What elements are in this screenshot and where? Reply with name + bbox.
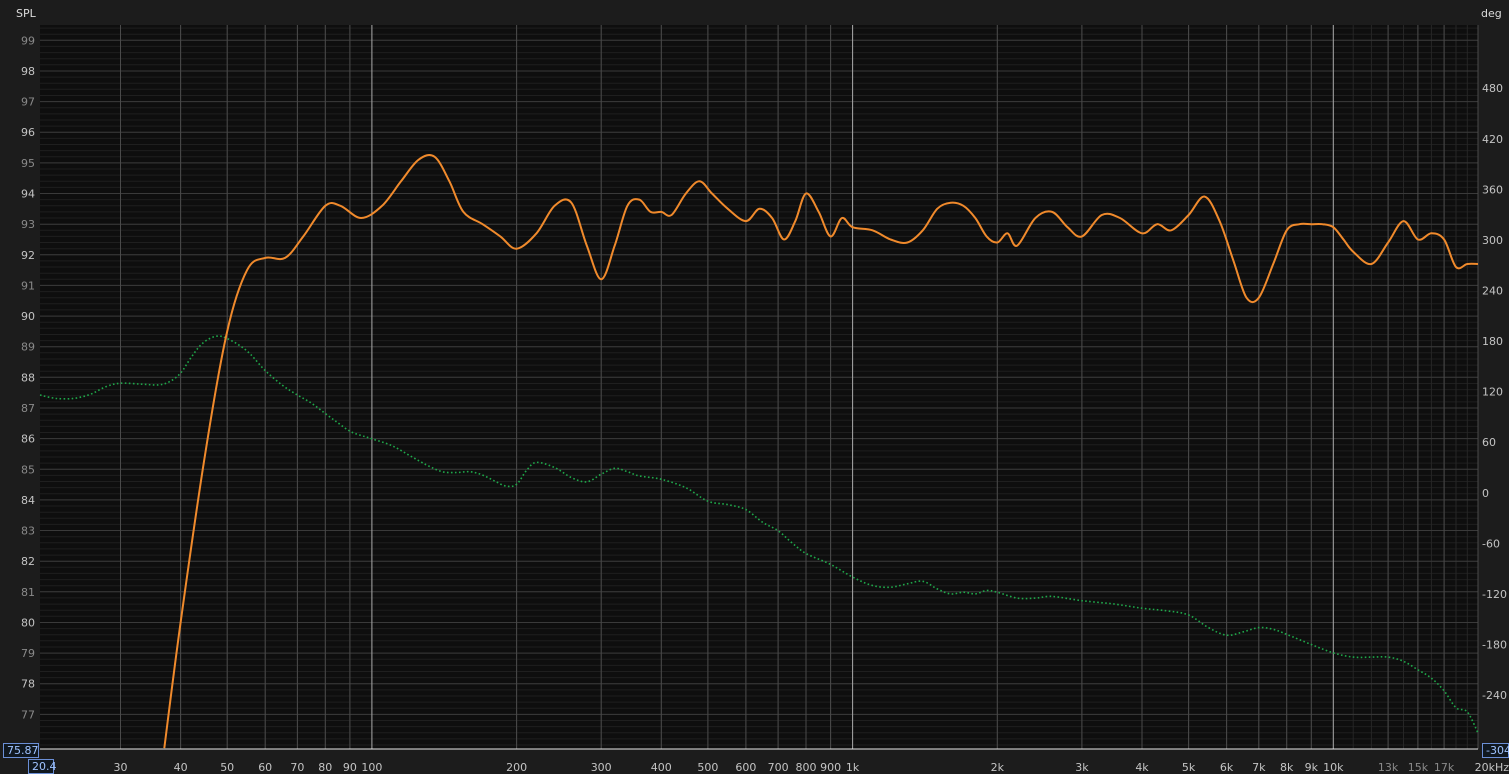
y-tick-label: 84 [21,494,35,507]
y-tick-label: 90 [21,310,35,323]
y-tick-label: 91 [21,279,35,292]
y-tick-label: 96 [21,126,35,139]
y-tick-label: 79 [21,647,35,660]
y2-tick-label: 300 [1482,234,1503,247]
y2-tick-label: 0 [1482,487,1489,500]
y2-tick-label: 180 [1482,335,1503,348]
y-tick-label: 86 [21,433,35,446]
y2-tick-label: -240 [1482,689,1507,702]
y-tick-label: 81 [21,586,35,599]
y2-tick-label: 360 [1482,183,1503,196]
y2-min-readout[interactable]: -304 [1482,743,1509,758]
y-tick-label: 98 [21,65,35,78]
x-tick-label: 500 [697,761,718,774]
y-tick-label: 88 [21,371,35,384]
y2-axis-label: deg [1481,7,1502,20]
x-tick-label: 400 [651,761,672,774]
y-tick-label: 80 [21,617,35,630]
x-tick-label: 5k [1182,761,1196,774]
y2-tick-label: 120 [1482,386,1503,399]
y2-tick-label: 420 [1482,133,1503,146]
x-tick-label: 13k [1378,761,1399,774]
y-tick-label: 95 [21,157,35,170]
x-tick-label: 2k [991,761,1005,774]
x-tick-label: 600 [735,761,756,774]
y-tick-label: 92 [21,249,35,262]
x-tick-label: 700 [768,761,789,774]
x-tick-label: 300 [591,761,612,774]
y2-tick-label: 60 [1482,436,1496,449]
x-axis-ticks: 30 40 50 60 70 80 90 100 200 300 400 500 600 700 800 90… [114,761,1509,774]
x-tick-label: 20kHz [1475,761,1509,774]
y-tick-label: 85 [21,463,35,476]
x-tick-label: 10k [1323,761,1344,774]
y2-tick-label: -60 [1482,537,1500,550]
y2-tick-label: -180 [1482,639,1507,652]
y2-tick-label: 240 [1482,285,1503,298]
y2-tick-label: -120 [1482,588,1507,601]
y-tick-label: 77 [21,708,35,721]
x-start-readout[interactable]: 20.4 [28,759,57,774]
y-axis-label: SPL [16,7,37,20]
x-tick-label: 3k [1075,761,1089,774]
x-tick-label: 7k [1252,761,1266,774]
x-tick-label: 15k [1408,761,1429,774]
x-tick-label: 90 [343,761,357,774]
x-tick-label: 900 [820,761,841,774]
y-tick-label: 89 [21,341,35,354]
x-tick-label: 1k [846,761,860,774]
x-tick-label: 40 [174,761,188,774]
y-axis-ticks: 77 78 79 80 81 82 83 84 85 86 87 88 89 90 91 92 93 94 95 96… [21,34,35,721]
x-tick-label: 30 [114,761,128,774]
x-tick-label: 8k [1280,761,1294,774]
x-tick-label: 100 [361,761,382,774]
y-tick-label: 99 [21,34,35,47]
y-tick-label: 78 [21,678,35,691]
x-tick-label: 70 [290,761,304,774]
x-tick-label: 200 [506,761,527,774]
y-tick-label: 83 [21,525,35,538]
x-tick-label: 17k [1434,761,1455,774]
x-tick-label: 9k [1305,761,1319,774]
y2-tick-label: 480 [1482,82,1503,95]
y-tick-label: 87 [21,402,35,415]
x-tick-label: 4k [1135,761,1149,774]
y-tick-label: 82 [21,555,35,568]
x-tick-label: 6k [1220,761,1234,774]
y-min-readout[interactable]: 75.87 [3,743,39,758]
x-tick-label: 50 [220,761,234,774]
y-tick-label: 93 [21,218,35,231]
y-tick-label: 97 [21,96,35,109]
x-tick-label: 60 [258,761,272,774]
frequency-response-chart[interactable]: 30 40 50 60 70 80 90 100 200 300 400 500 600 700 800 90… [0,0,1509,774]
x-tick-label: 80 [318,761,332,774]
x-tick-label: 800 [796,761,817,774]
y2-axis-ticks: 480 420 360 300 240 180 120 60 0 -60 -120 -180 -240 [1482,82,1507,702]
y-tick-label: 94 [21,188,35,201]
